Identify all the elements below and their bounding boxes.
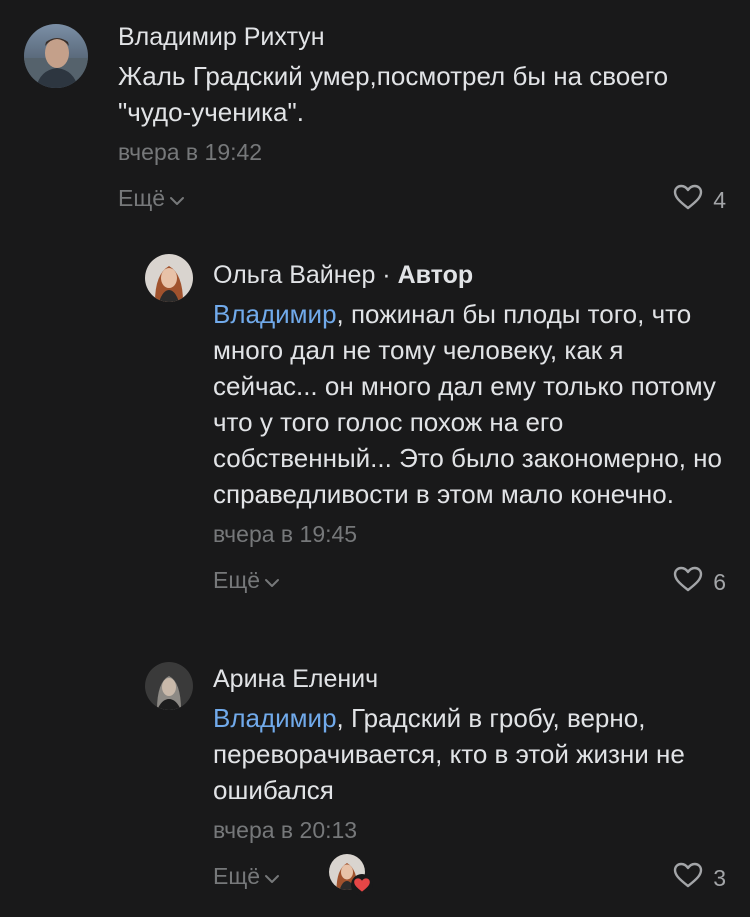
comment-text: Жаль Градский умер,посмотрел бы на своег…: [118, 61, 669, 127]
author-name[interactable]: Ольга Вайнер: [213, 261, 375, 289]
like-button[interactable]: 3: [673, 862, 726, 894]
mention-link[interactable]: Владимир: [213, 703, 337, 733]
comment-text: Владимир, пожинал бы плоды того, что мно…: [213, 296, 726, 512]
heart-outline-icon: [673, 184, 703, 216]
author-separator: ·: [375, 261, 398, 289]
comment-actions: Ещё 3: [213, 854, 726, 896]
comment-timestamp[interactable]: вчера в 19:45: [213, 520, 726, 548]
like-count: 3: [713, 865, 726, 891]
avatar[interactable]: [24, 24, 88, 88]
comment-timestamp[interactable]: вчера в 20:13: [213, 816, 726, 844]
like-button[interactable]: 4: [673, 184, 726, 216]
liked-by-author[interactable]: [329, 854, 373, 896]
comment-timestamp[interactable]: вчера в 19:42: [118, 138, 726, 166]
comment-reply: Арина Еленич Владимир, Градский в гробу,…: [0, 640, 750, 917]
more-button[interactable]: Ещё: [118, 184, 185, 212]
red-heart-icon: [351, 874, 373, 896]
like-count: 6: [713, 569, 726, 595]
mention-link[interactable]: Владимир: [213, 299, 337, 329]
more-button[interactable]: Ещё: [213, 862, 280, 890]
more-label: Ещё: [213, 567, 261, 593]
more-label: Ещё: [118, 185, 166, 211]
author-name[interactable]: Владимир Рихтун: [118, 23, 325, 51]
comment-item: Владимир Рихтун Жаль Градский умер,посмо…: [0, 0, 750, 240]
comment-text: Владимир, Градский в гробу, верно, перев…: [213, 700, 726, 808]
comment-reply: Ольга Вайнер · Автор Владимир, пожинал б…: [0, 240, 750, 640]
more-button[interactable]: Ещё: [213, 566, 280, 594]
author-role-badge: Автор: [397, 261, 474, 289]
chevron-down-icon: [264, 862, 280, 890]
like-button[interactable]: 6: [673, 566, 726, 598]
avatar[interactable]: [145, 254, 193, 302]
author-name[interactable]: Арина Еленич: [213, 665, 378, 693]
like-count: 4: [713, 187, 726, 213]
comment-author: Ольга Вайнер · Автор: [213, 260, 726, 290]
comment-author: Арина Еленич: [213, 664, 726, 694]
comment-body: , пожинал бы плоды того, что много дал н…: [213, 299, 722, 509]
comment-actions: Ещё 4: [118, 184, 726, 214]
comment-author[interactable]: Владимир Рихтун: [118, 22, 726, 52]
more-label: Ещё: [213, 863, 261, 889]
avatar[interactable]: [145, 662, 193, 710]
comment-actions: Ещё 6: [213, 566, 726, 596]
chevron-down-icon: [169, 184, 185, 212]
heart-outline-icon: [673, 862, 703, 894]
chevron-down-icon: [264, 566, 280, 594]
heart-outline-icon: [673, 566, 703, 598]
